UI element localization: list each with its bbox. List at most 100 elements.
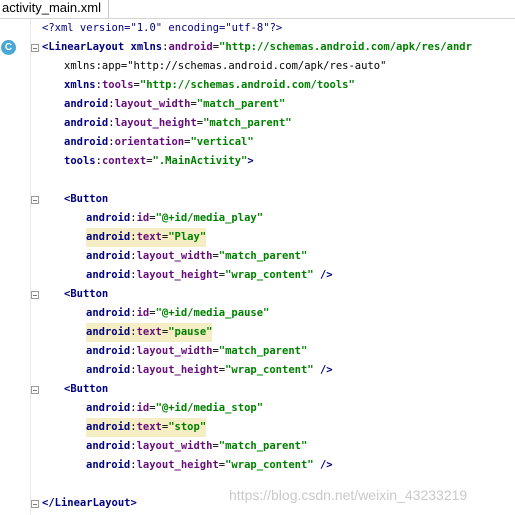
code-line[interactable]: <?xml version="1.0" encoding="utf-8"?> bbox=[31, 19, 515, 38]
code-line[interactable]: android:text="stop" bbox=[31, 418, 515, 437]
code-token: "match_parent" bbox=[196, 98, 286, 110]
code-token: id bbox=[136, 307, 150, 319]
code-token: <Button bbox=[64, 288, 109, 300]
code-token: id bbox=[136, 402, 150, 414]
code-token: layout_height bbox=[136, 364, 219, 376]
code-token: layout_height bbox=[136, 269, 219, 281]
code-line[interactable] bbox=[31, 171, 515, 190]
code-token: layout_height bbox=[114, 117, 197, 129]
code-line[interactable]: android:layout_width="match_parent" bbox=[31, 342, 515, 361]
code-token: <?xml version="1.0" encoding="utf-8"?> bbox=[42, 22, 283, 34]
code-line[interactable]: xmlns:tools="http://schemas.android.com/… bbox=[31, 76, 515, 95]
code-token: android bbox=[64, 98, 109, 110]
code-token: orientation bbox=[114, 136, 185, 148]
code-token: "Play" bbox=[168, 231, 207, 243]
code-token: id bbox=[136, 212, 150, 224]
code-token: text bbox=[136, 421, 162, 433]
code-token: android bbox=[86, 345, 131, 357]
code-token: xmlns bbox=[64, 79, 96, 91]
code-line[interactable]: <Button bbox=[31, 380, 515, 399]
fold-toggle-icon[interactable] bbox=[31, 386, 39, 394]
tab-activity-main-xml[interactable]: activity_main.xml bbox=[0, 0, 109, 18]
code-token: "wrap_content" bbox=[225, 459, 314, 471]
code-line[interactable]: android:text="Play" bbox=[31, 228, 515, 247]
code-token: android bbox=[86, 212, 131, 224]
code-token: android bbox=[86, 326, 131, 338]
code-token: layout_width bbox=[136, 250, 213, 262]
fold-toggle-icon[interactable] bbox=[31, 44, 39, 52]
code-token: xmlns bbox=[130, 41, 163, 53]
code-line[interactable]: android:layout_width="match_parent" bbox=[31, 95, 515, 114]
code-line[interactable]: android:layout_height="wrap_content" /> bbox=[31, 361, 515, 380]
fold-toggle-icon[interactable] bbox=[31, 500, 39, 508]
code-line[interactable]: android:orientation="vertical" bbox=[31, 133, 515, 152]
code-token: "pause" bbox=[168, 326, 213, 338]
code-token: "@+id/media_pause" bbox=[155, 307, 270, 319]
code-line[interactable]: android:id="@+id/media_play" bbox=[31, 209, 515, 228]
code-token: tools bbox=[64, 155, 96, 167]
code-token: /> bbox=[313, 459, 333, 471]
code-token: <LinearLayout bbox=[42, 41, 131, 53]
code-line[interactable]: xmlns:app="http://schemas.android.com/ap… bbox=[31, 57, 515, 76]
code-line[interactable]: android:id="@+id/media_stop" bbox=[31, 399, 515, 418]
code-token: xmlns:app="http://schemas.android.com/ap… bbox=[64, 60, 387, 72]
code-token: "@+id/media_stop" bbox=[155, 402, 264, 414]
watermark: https://blog.csdn.net/weixin_43233219 bbox=[229, 487, 468, 503]
code-token: "http://schemas.android.com/tools" bbox=[139, 79, 355, 91]
code-token: android bbox=[64, 136, 109, 148]
code-line[interactable]: android:layout_height="wrap_content" /> bbox=[31, 456, 515, 475]
code-line[interactable]: android:text="pause" bbox=[31, 323, 515, 342]
code-token: "wrap_content" bbox=[225, 364, 314, 376]
code-token: android bbox=[86, 421, 131, 433]
code-token: android bbox=[86, 364, 131, 376]
editor-gutter bbox=[0, 19, 30, 515]
code-line[interactable]: android:layout_width="match_parent" bbox=[31, 437, 515, 456]
code-token: layout_height bbox=[136, 459, 219, 471]
code-token: "stop" bbox=[168, 421, 207, 433]
code-token: "match_parent" bbox=[218, 250, 308, 262]
code-token: </LinearLayout> bbox=[42, 497, 137, 509]
code-line[interactable]: android:layout_height="wrap_content" /> bbox=[31, 266, 515, 285]
code-token: "http://schemas.android.com/apk/res/andr bbox=[219, 41, 472, 53]
code-line[interactable]: android:layout_height="match_parent" bbox=[31, 114, 515, 133]
code-token: /> bbox=[313, 364, 333, 376]
code-line[interactable]: <Button bbox=[31, 190, 515, 209]
code-token: android bbox=[86, 459, 131, 471]
code-token: "@+id/media_play" bbox=[155, 212, 264, 224]
class-reference-icon[interactable]: C bbox=[1, 40, 16, 55]
code-token: android bbox=[86, 231, 131, 243]
code-token: > bbox=[247, 155, 254, 167]
editor-tab-bar: activity_main.xml bbox=[0, 0, 515, 19]
code-token: "match_parent" bbox=[218, 440, 308, 452]
code-token: "wrap_content" bbox=[225, 269, 314, 281]
code-line[interactable]: tools:context=".MainActivity"> bbox=[31, 152, 515, 171]
code-token: android bbox=[86, 307, 131, 319]
code-token: layout_width bbox=[114, 98, 191, 110]
code-token: android bbox=[86, 402, 131, 414]
code-line[interactable]: android:layout_width="match_parent" bbox=[31, 247, 515, 266]
code-token: context bbox=[101, 155, 147, 167]
code-editor[interactable]: <?xml version="1.0" encoding="utf-8"?> <L… bbox=[31, 19, 515, 515]
code-token: ".MainActivity" bbox=[152, 155, 248, 167]
code-token: android bbox=[64, 117, 109, 129]
fold-toggle-icon[interactable] bbox=[31, 196, 39, 204]
code-token: text bbox=[136, 326, 162, 338]
code-token: android bbox=[86, 250, 131, 262]
code-token: android bbox=[168, 41, 213, 53]
code-token: <Button bbox=[64, 383, 109, 395]
code-token: /> bbox=[313, 269, 333, 281]
code-token: "match_parent" bbox=[218, 345, 308, 357]
code-token: tools bbox=[101, 79, 134, 91]
code-token: text bbox=[136, 231, 162, 243]
code-token: layout_width bbox=[136, 440, 213, 452]
code-token: android bbox=[86, 269, 131, 281]
fold-toggle-icon[interactable] bbox=[31, 291, 39, 299]
code-line[interactable]: <LinearLayout xmlns:android="http://sche… bbox=[31, 38, 515, 57]
code-token: android bbox=[86, 440, 131, 452]
code-token: layout_width bbox=[136, 345, 213, 357]
code-token: "vertical" bbox=[190, 136, 254, 148]
code-token: <Button bbox=[64, 193, 109, 205]
code-line[interactable]: <Button bbox=[31, 285, 515, 304]
code-line[interactable]: android:id="@+id/media_pause" bbox=[31, 304, 515, 323]
code-token: "match_parent" bbox=[203, 117, 292, 129]
